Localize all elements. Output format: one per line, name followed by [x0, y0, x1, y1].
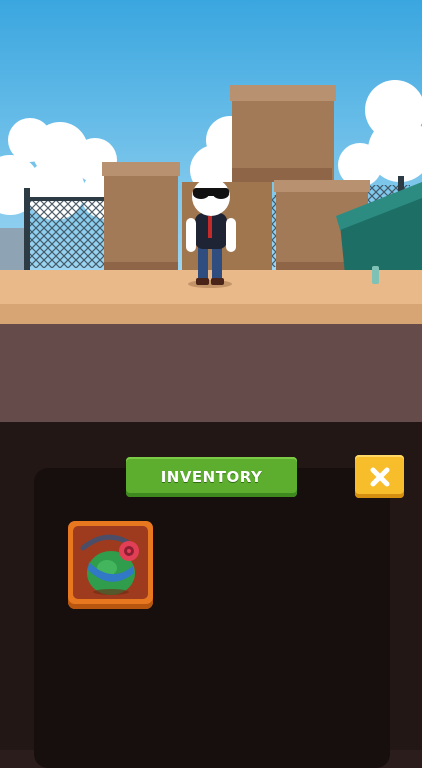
green-grenade-icon [80, 534, 139, 595]
close-button[interactable] [355, 455, 404, 498]
building [0, 228, 26, 270]
inventory-slot-grenade[interactable] [68, 521, 153, 609]
ground [0, 270, 422, 306]
inventory-panel [34, 468, 390, 768]
inventory-title-button: INVENTORY [126, 457, 297, 497]
character-scene [0, 0, 422, 422]
x-close-icon [370, 467, 389, 486]
inventory-title: INVENTORY [160, 468, 263, 486]
slot-frame [73, 526, 148, 599]
bottle [372, 266, 379, 284]
